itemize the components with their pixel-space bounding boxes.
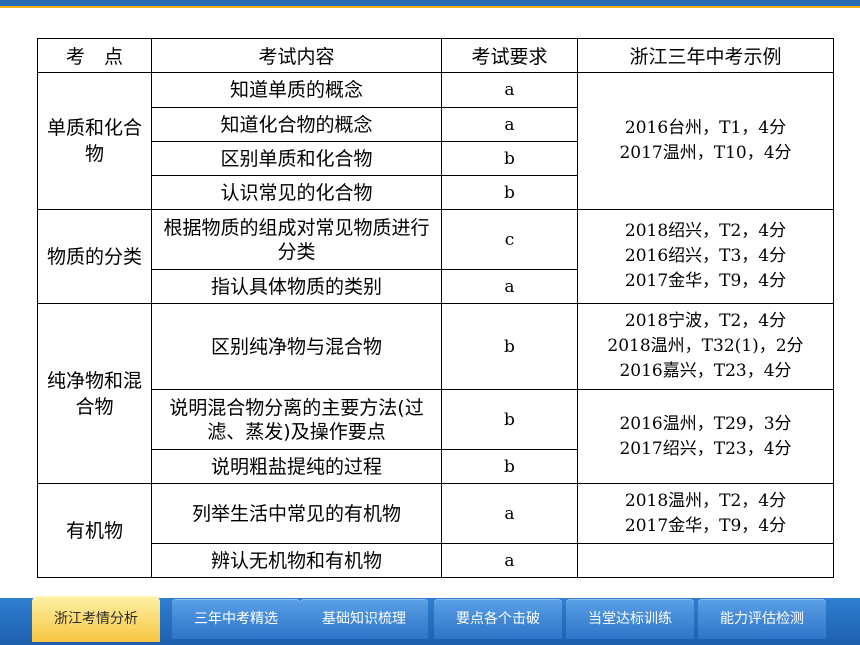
examples-cell: 2016温州，T29，3分 2017绍兴，T23，4分 [577,389,834,484]
table-row: 物质的分类 根据物质的组成对常见物质进行分类 c 2018绍兴，T2，4分 20… [37,209,834,304]
tab-key-points[interactable]: 要点各个击破 [434,599,562,639]
content-cell: 知道化合物的概念 [151,107,442,142]
example-item: 2016台州，T1，4分 [624,118,787,138]
table-row: 有机物 列举生活中常见的有机物 a 2018温州，T2，4分 2017金华，T9… [37,483,834,578]
example-item: 2016温州，T29，3分 [619,413,792,434]
topic-cell: 纯净物和混合物 [37,303,152,484]
table-row: 纯净物和混合物 区别纯净物与混合物 b 2018宁波，T2，4分 2018温州，… [37,303,834,484]
exam-analysis-table: 考 点 考试内容 考试要求 浙江三年中考示例 单质和化合物 知道单质的概念 a … [37,38,834,578]
requirement-cell: b [441,449,578,484]
tab-ability-assessment[interactable]: 能力评估检测 [698,599,826,639]
table-row: 单质和化合物 知道单质的概念 a 2016台州，T1，4分 2017温州，T10… [37,72,834,210]
table-row: 说明混合物分离的主要方法(过滤、蒸发)及操作要点 b 2016温州，T29，3分… [38,389,834,484]
requirement-cell: b [441,389,578,450]
requirement-cell: b [441,141,578,176]
topic-cell: 单质和化合物 [37,72,152,210]
examples-cell: 2018温州，T2，4分 2017金华，T9，4分 [577,483,834,544]
examples-cell: 2018绍兴，T2，4分 2016绍兴，T3，4分 2017金华，T9，4分 [577,209,834,304]
requirement-cell: a [441,543,578,578]
examples-cell-empty [577,543,834,578]
examples-cell: 2016台州，T1，4分 2017温州，T10，4分 [577,72,834,210]
table-row: 辨认无机物和有机物 a [38,543,834,578]
tab-basic-knowledge[interactable]: 基础知识梳理 [300,599,428,639]
example-item: 2018宁波，T2，4分 [624,311,787,331]
content-cell: 说明粗盐提纯的过程 [151,449,442,484]
example-item: 2016绍兴，T3，4分 [624,246,787,266]
content-cell: 区别单质和化合物 [151,141,442,176]
tab-class-practice[interactable]: 当堂达标训练 [566,599,694,639]
examples-cell: 2018宁波，T2，4分 2018温州，T32(1)，2分 2016嘉兴，T23… [577,303,834,390]
content-cell: 根据物质的组成对常见物质进行分类 [151,209,442,270]
requirement-cell: a [441,269,578,304]
example-item: 2017金华，T9，4分 [624,515,787,536]
top-gold-line [0,6,860,8]
example-item: 2018温州，T32(1)，2分 [607,336,804,356]
content-cell: 辨认无机物和有机物 [151,543,442,578]
header-requirement: 考试要求 [441,38,578,73]
requirement-cell: a [441,483,578,544]
tab-zhejiang-analysis[interactable]: 浙江考情分析 [32,596,160,642]
content-cell: 区别纯净物与混合物 [151,303,442,390]
requirement-cell: a [441,107,578,142]
example-item: 2018温州，T2，4分 [624,490,787,511]
example-item: 2017金华，T9，4分 [624,271,787,291]
header-content: 考试内容 [151,38,442,73]
example-item: 2018绍兴，T2，4分 [624,221,787,241]
requirement-cell: b [441,175,578,210]
content-cell: 列举生活中常见的有机物 [151,483,442,544]
table-header-row: 考 点 考试内容 考试要求 浙江三年中考示例 [37,38,834,73]
example-item: 2016嘉兴，T23，4分 [619,361,792,381]
topic-cell: 有机物 [37,483,152,578]
example-item: 2017温州，T10，4分 [619,143,792,163]
topic-cell: 物质的分类 [37,209,152,304]
header-topic: 考 点 [37,38,152,73]
header-examples: 浙江三年中考示例 [577,38,834,73]
content-cell: 说明混合物分离的主要方法(过滤、蒸发)及操作要点 [151,389,442,450]
example-item: 2017绍兴，T23，4分 [619,438,792,459]
content-cell: 指认具体物质的类别 [151,269,442,304]
tab-three-year-exams[interactable]: 三年中考精选 [172,599,300,639]
requirement-cell: a [441,72,578,108]
requirement-cell: c [441,209,578,270]
requirement-cell: b [441,303,578,390]
content-cell: 知道单质的概念 [151,72,442,108]
content-cell: 认识常见的化合物 [151,175,442,210]
